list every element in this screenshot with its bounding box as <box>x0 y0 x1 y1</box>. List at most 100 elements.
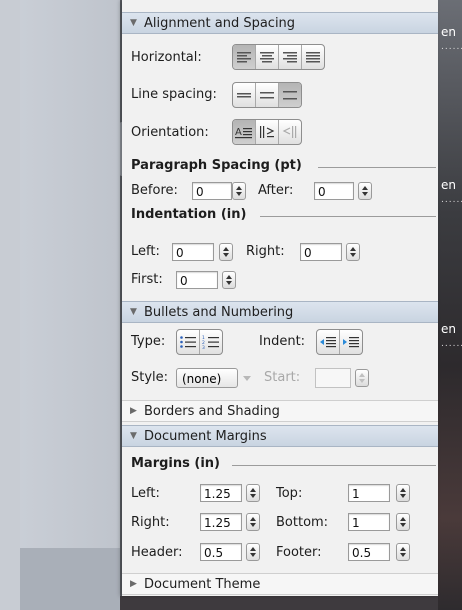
margin-footer-label: Footer: <box>276 545 322 560</box>
align-center-icon <box>260 52 274 63</box>
margin-left-input[interactable]: 1.25 <box>200 484 242 502</box>
indent-right-stepper[interactable] <box>346 243 360 261</box>
before-spacing-stepper[interactable] <box>232 182 246 200</box>
margin-bottom-stepper[interactable] <box>396 513 410 531</box>
indent-first-label: First: <box>131 272 163 287</box>
indent-label: Indent: <box>259 334 306 349</box>
align-left-icon <box>237 52 251 63</box>
margin-left-label: Left: <box>131 486 160 501</box>
section-divider <box>260 216 436 217</box>
align-left-button[interactable] <box>233 45 256 69</box>
before-spacing-input[interactable]: 0 <box>192 182 232 200</box>
one-half-spacing-button[interactable] <box>256 83 279 107</box>
section-title: Document Theme <box>144 576 261 592</box>
text-rotate-up-icon <box>282 126 297 138</box>
preview-text-fragment: en <box>441 25 456 39</box>
paragraph-spacing-title: Paragraph Spacing (pt) <box>131 158 302 173</box>
orientation-horizontal-button[interactable]: A <box>233 120 256 144</box>
after-spacing-stepper[interactable] <box>358 182 372 200</box>
bulleted-list-icon <box>180 336 196 348</box>
start-number-input <box>315 368 351 388</box>
margin-top-input[interactable]: 1 <box>348 484 390 502</box>
orientation-rotate-down-button[interactable] <box>256 120 279 144</box>
before-label: Before: <box>131 183 178 198</box>
increase-indent-button[interactable] <box>340 330 362 354</box>
numbered-list-button[interactable]: 123 <box>200 330 222 354</box>
indent-right-input[interactable]: 0 <box>300 243 342 261</box>
bullet-style-select[interactable]: (none) <box>176 368 238 388</box>
orientation-label: Orientation: <box>131 125 209 140</box>
section-header-bullets-numbering[interactable]: ▼ Bullets and Numbering <box>122 301 438 323</box>
align-right-button[interactable] <box>279 45 302 69</box>
margin-right-stepper[interactable] <box>246 513 260 531</box>
disclosure-triangle-open-icon: ▼ <box>130 18 137 28</box>
indent-left-stepper[interactable] <box>219 243 233 261</box>
justify-button[interactable] <box>302 45 324 69</box>
start-number-stepper <box>355 369 369 387</box>
document-preview-bottom <box>120 596 438 610</box>
indentation-title: Indentation (in) <box>131 207 247 222</box>
line-spacing-group <box>232 82 302 108</box>
section-divider <box>318 167 436 168</box>
section-header-document-theme[interactable]: ▶ Document Theme <box>122 573 438 595</box>
orientation-rotate-up-button[interactable] <box>279 120 301 144</box>
margin-footer-stepper[interactable] <box>396 543 410 561</box>
indent-left-label: Left: <box>131 244 160 259</box>
justify-icon <box>306 52 320 63</box>
svg-text:3: 3 <box>202 345 205 349</box>
section-header-alignment-spacing[interactable]: ▼ Alignment and Spacing <box>122 12 438 34</box>
single-spacing-button[interactable] <box>233 83 256 107</box>
indent-first-stepper[interactable] <box>222 271 236 289</box>
margin-bottom-label: Bottom: <box>276 515 329 530</box>
chevron-down-icon <box>240 368 254 388</box>
section-header-borders-shading[interactable]: ▶ Borders and Shading <box>122 400 438 422</box>
preview-text-fragment: en <box>441 178 456 192</box>
margin-header-label: Header: <box>131 545 183 560</box>
margin-header-input[interactable]: 0.5 <box>200 543 242 561</box>
margin-right-label: Right: <box>131 515 170 530</box>
disclosure-triangle-open-icon: ▼ <box>130 431 137 441</box>
after-label: After: <box>258 183 294 198</box>
margin-footer-input[interactable]: 0.5 <box>348 543 390 561</box>
indent-first-input[interactable]: 0 <box>176 271 218 289</box>
single-spacing-icon <box>237 93 251 98</box>
horizontal-alignment-group <box>232 44 325 70</box>
text-horizontal-icon: A <box>235 127 252 139</box>
preview-dots: ........ <box>441 195 462 205</box>
line-spacing-label: Line spacing: <box>131 87 217 102</box>
one-half-spacing-icon <box>260 92 274 99</box>
formatting-palette: ▼ Alignment and Spacing Horizontal: Line… <box>122 0 438 596</box>
text-rotate-down-icon <box>260 126 275 138</box>
after-spacing-input[interactable]: 0 <box>314 182 354 200</box>
window-background-left <box>0 0 20 610</box>
bullet-indent-group <box>316 329 363 355</box>
document-sidebar <box>20 0 120 610</box>
margin-top-stepper[interactable] <box>396 484 410 502</box>
indent-right-label: Right: <box>246 244 285 259</box>
bullet-type-label: Type: <box>131 334 166 349</box>
margin-header-stepper[interactable] <box>246 543 260 561</box>
margins-title: Margins (in) <box>131 456 220 471</box>
sidebar-footer <box>20 548 120 610</box>
disclosure-triangle-open-icon: ▼ <box>130 307 137 317</box>
margin-top-label: Top: <box>276 486 303 501</box>
bullet-style-label: Style: <box>131 370 169 385</box>
start-label: Start: <box>264 370 301 385</box>
decrease-indent-button[interactable] <box>317 330 340 354</box>
section-header-document-margins[interactable]: ▼ Document Margins <box>122 425 438 447</box>
align-center-button[interactable] <box>256 45 279 69</box>
margin-bottom-input[interactable]: 1 <box>348 513 390 531</box>
margin-right-input[interactable]: 1.25 <box>200 513 242 531</box>
indent-left-input[interactable]: 0 <box>172 243 214 261</box>
bullet-type-group: 123 <box>176 329 223 355</box>
preview-dots: ........ <box>441 42 462 52</box>
align-right-icon <box>283 52 297 63</box>
margin-left-stepper[interactable] <box>246 484 260 502</box>
svg-text:A: A <box>235 127 242 138</box>
decrease-indent-icon <box>320 337 336 348</box>
horizontal-label: Horizontal: <box>131 50 202 65</box>
preview-text-fragment: en <box>441 322 456 336</box>
double-spacing-button[interactable] <box>279 83 301 107</box>
disclosure-triangle-closed-icon: ▶ <box>130 406 137 416</box>
bulleted-list-button[interactable] <box>177 330 200 354</box>
